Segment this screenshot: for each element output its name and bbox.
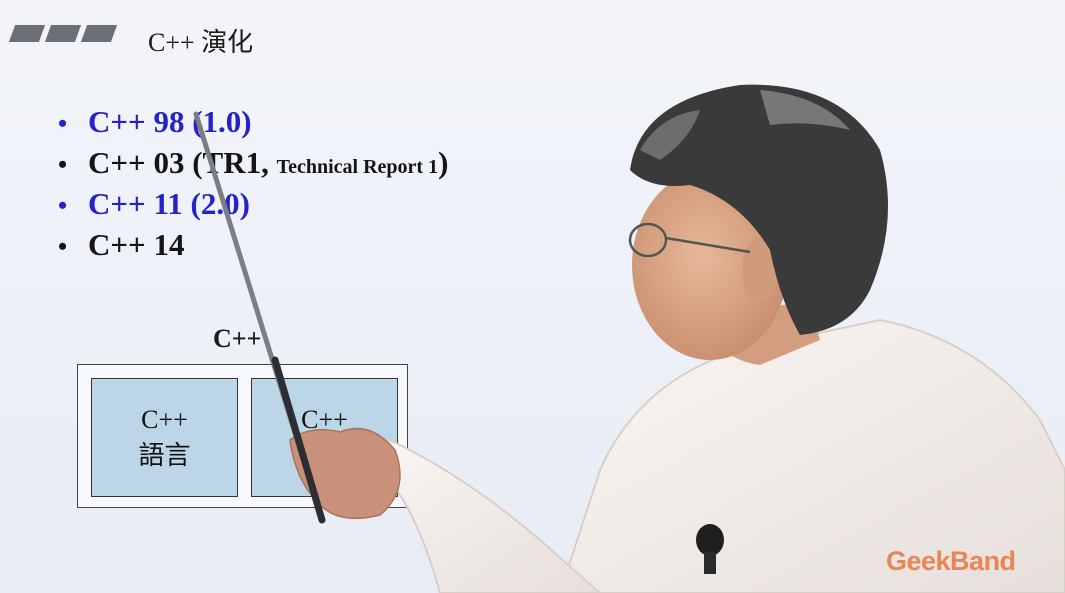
presenter <box>193 84 1065 593</box>
geekband-watermark: GeekBand <box>886 546 1016 576</box>
